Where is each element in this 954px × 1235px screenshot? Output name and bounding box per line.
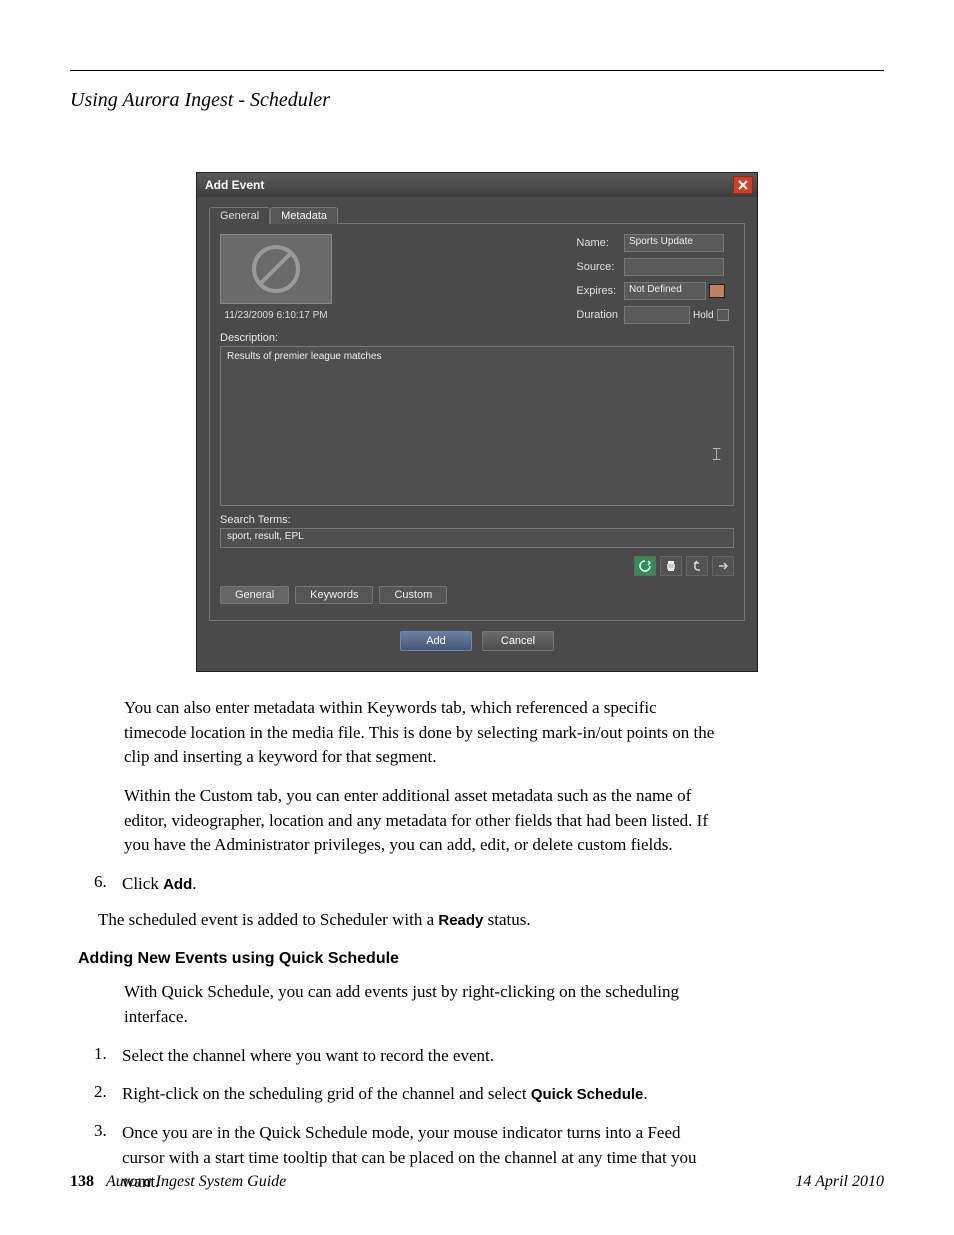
thumbnail-placeholder: [220, 234, 332, 304]
inner-tab-custom[interactable]: Custom: [379, 586, 447, 604]
list-item: 6. Click Add.: [94, 872, 718, 897]
dialog-title: Add Event: [205, 178, 264, 192]
footer-date: 14 April 2010: [795, 1173, 884, 1191]
tab-metadata[interactable]: Metadata: [270, 207, 338, 224]
page-number: 138: [70, 1173, 94, 1190]
paragraph: With Quick Schedule, you can add events …: [124, 980, 718, 1029]
source-input[interactable]: [624, 258, 724, 276]
refresh-icon[interactable]: [634, 556, 656, 576]
cancel-button[interactable]: Cancel: [482, 631, 554, 651]
search-terms-input[interactable]: sport, result, EPL: [220, 528, 734, 548]
no-image-icon: [252, 245, 300, 293]
section-title: Using Aurora Ingest - Scheduler: [70, 89, 884, 112]
undo-icon[interactable]: [686, 556, 708, 576]
footer-title: Aurora Ingest System Guide: [106, 1173, 286, 1190]
add-button[interactable]: Add: [400, 631, 472, 651]
calendar-icon[interactable]: [709, 284, 725, 298]
name-input[interactable]: Sports Update: [624, 234, 724, 252]
inner-tab-general[interactable]: General: [220, 586, 289, 604]
expires-label: Expires:: [576, 285, 618, 297]
inner-tab-keywords[interactable]: Keywords: [295, 586, 373, 604]
list-item: 2. Right-click on the scheduling grid of…: [94, 1082, 718, 1107]
forward-icon[interactable]: [712, 556, 734, 576]
paragraph: Within the Custom tab, you can enter add…: [124, 784, 718, 858]
list-item: 1. Select the channel where you want to …: [94, 1044, 718, 1069]
subheading: Adding New Events using Quick Schedule: [78, 950, 718, 968]
text-cursor-icon: 𝙸: [710, 444, 723, 465]
timestamp-label: 11/23/2009 6:10:17 PM: [220, 310, 332, 321]
close-icon[interactable]: [733, 176, 753, 194]
hold-checkbox[interactable]: [717, 309, 729, 321]
duration-input[interactable]: [624, 306, 690, 324]
hold-label: Hold: [693, 310, 714, 321]
tab-general[interactable]: General: [209, 207, 270, 224]
print-icon[interactable]: [660, 556, 682, 576]
add-event-dialog: Add Event General Metadata 11/23/2009 6:…: [196, 172, 758, 672]
search-terms-label: Search Terms:: [220, 514, 734, 526]
paragraph: You can also enter metadata within Keywo…: [124, 696, 718, 770]
description-textarea[interactable]: Results of premier league matches 𝙸: [220, 346, 734, 506]
source-label: Source:: [576, 261, 618, 273]
paragraph: The scheduled event is added to Schedule…: [98, 910, 718, 930]
expires-input[interactable]: Not Defined: [624, 282, 706, 300]
duration-label: Duration: [576, 309, 618, 321]
description-label: Description:: [220, 332, 734, 344]
name-label: Name:: [576, 237, 618, 249]
